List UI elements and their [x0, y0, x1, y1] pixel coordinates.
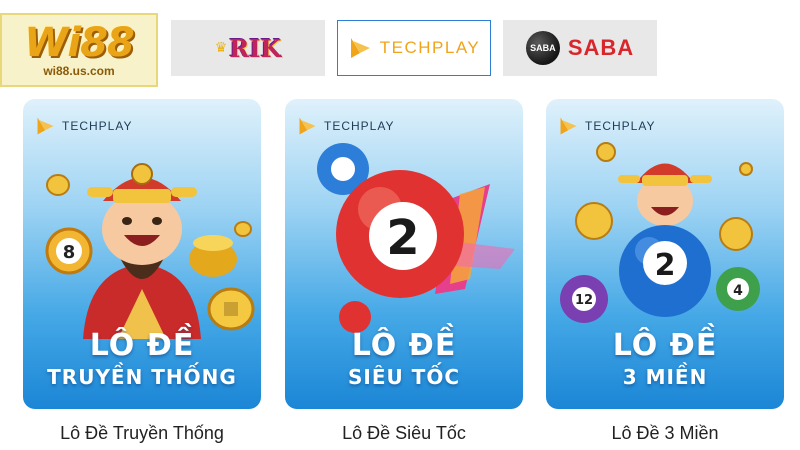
provider-tab-saba[interactable]: SABA SABA [503, 20, 657, 76]
card-title: LÔ ĐỀ [89, 328, 195, 363]
god-of-wealth-balls-icon: 12 4 2 [560, 142, 760, 323]
card-brand-label: TECHPLAY [324, 119, 395, 133]
techplay-logo-icon [299, 117, 316, 135]
provider-tab-rik[interactable]: ♛ RIK [171, 20, 325, 76]
card-subtitle: SIÊU TỐC [347, 365, 461, 389]
lottery-ball-icon: 2 [317, 143, 515, 333]
rikvip-logo-icon: RIK [229, 33, 282, 63]
side-ball-number: 12 [575, 293, 593, 308]
saba-ball-icon: SABA [525, 31, 560, 65]
logo-text: Wi88 [24, 19, 134, 66]
god-of-wealth-icon: 8 [45, 163, 255, 339]
ball-number: 8 [63, 242, 76, 263]
techplay-logo-icon [37, 117, 54, 135]
game-caption[interactable]: Lô Đề Siêu Tốc [285, 423, 523, 444]
techplay-logo-icon [350, 38, 370, 58]
site-logo[interactable]: Wi88 wi88.us.com [0, 13, 158, 87]
card-brand: TECHPLAY [297, 115, 394, 137]
game-caption[interactable]: Lô Đề Truyền Thống [23, 423, 261, 444]
game-card-lo-de-sieu-toc[interactable]: TECHPLAY 2 LÔ ĐỀ SIÊU TỐC [285, 99, 523, 409]
side-ball-number: 4 [733, 283, 743, 299]
crown-icon: ♛ [214, 40, 228, 56]
techplay-logo-icon [560, 117, 577, 135]
card-brand-label: TECHPLAY [62, 119, 133, 133]
game-card-lo-de-truyen-thong[interactable]: TECHPLAY 8 LÔ ĐỀ TRUYỀN THỐNG [23, 99, 261, 409]
provider-tab-techplay[interactable]: TECHPLAY [337, 20, 491, 76]
card-title: LÔ ĐỀ [612, 328, 718, 363]
card-subtitle: 3 MIỀN [622, 365, 708, 389]
card-title: LÔ ĐỀ [351, 328, 457, 363]
card-brand-label: TECHPLAY [585, 119, 656, 133]
game-caption[interactable]: Lô Đề 3 Miền [546, 423, 784, 444]
ball-number: 2 [386, 210, 419, 266]
saba-label: SABA [567, 35, 635, 60]
ball-number: 2 [655, 248, 676, 283]
logo-url-text: wi88.us.com [43, 63, 115, 78]
saba-ball-text: SABA [530, 42, 556, 53]
techplay-label: TECHPLAY [379, 38, 481, 57]
card-brand: TECHPLAY [558, 115, 655, 137]
card-brand: TECHPLAY [35, 115, 132, 137]
card-subtitle: TRUYỀN THỐNG [47, 365, 237, 389]
game-card-lo-de-3-mien[interactable]: TECHPLAY 12 4 2 LÔ ĐỀ 3 MIỀN [546, 99, 784, 409]
